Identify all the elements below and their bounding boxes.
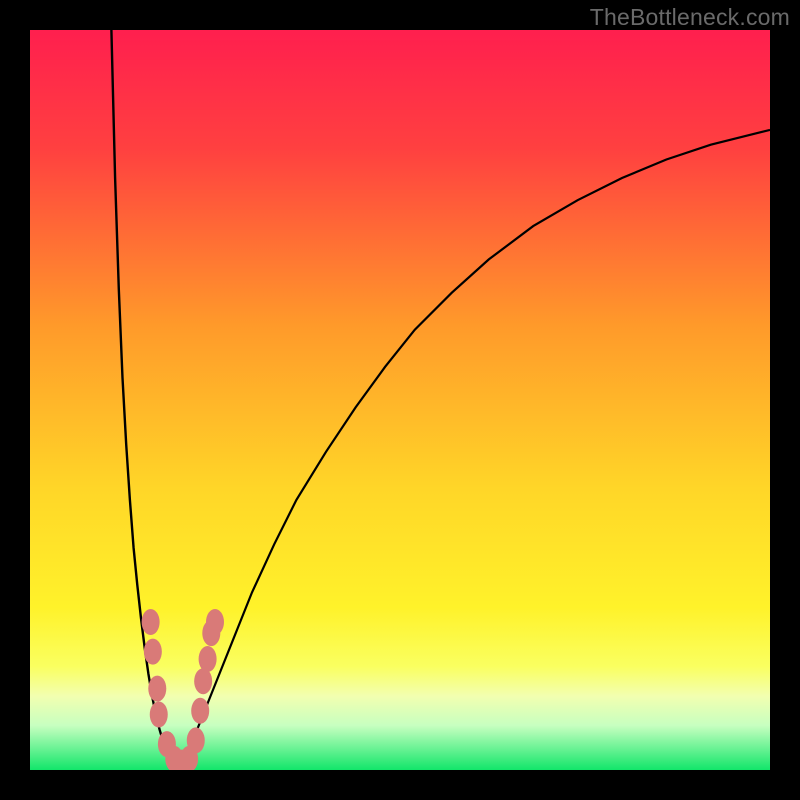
data-marker <box>199 646 217 672</box>
data-marker <box>142 609 160 635</box>
marker-group <box>142 609 224 770</box>
data-marker <box>148 676 166 702</box>
plot-area <box>30 30 770 770</box>
data-marker <box>191 698 209 724</box>
data-marker <box>144 639 162 665</box>
data-marker <box>150 702 168 728</box>
data-marker <box>187 727 205 753</box>
left-branch-curve <box>111 30 178 770</box>
data-marker <box>206 609 224 635</box>
curve-layer <box>30 30 770 770</box>
chart-frame: TheBottleneck.com <box>0 0 800 800</box>
data-marker <box>194 668 212 694</box>
watermark-text: TheBottleneck.com <box>590 4 790 31</box>
right-branch-curve <box>178 130 770 770</box>
